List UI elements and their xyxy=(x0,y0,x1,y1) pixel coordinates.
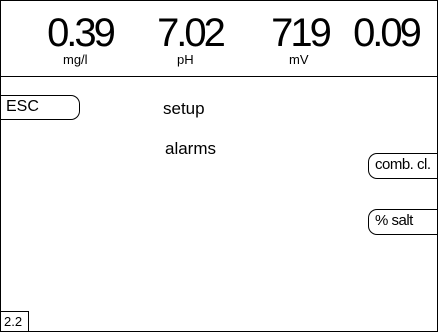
reading-ph: 7.02 pH xyxy=(155,11,226,66)
device-screen: 0.39 mg/l 7.02 pH 719 mV 0.09 ESC setup … xyxy=(0,0,438,332)
combined-chlorine-button[interactable]: comb. cl. xyxy=(368,153,437,179)
reading-salt: 0.09 xyxy=(353,11,422,55)
reading-orp: 719 mV xyxy=(267,11,333,66)
reading-value: 7.02 xyxy=(157,11,226,55)
reading-chlorine: 0.39 mg/l xyxy=(45,11,116,66)
reading-unit: pH xyxy=(177,52,194,67)
menu-item-setup[interactable]: setup xyxy=(163,99,205,119)
reading-value: 719 xyxy=(271,11,332,55)
esc-button[interactable]: ESC xyxy=(1,95,80,120)
header-divider xyxy=(1,76,437,77)
reading-value: 0.39 xyxy=(47,11,116,55)
salt-percent-button[interactable]: % salt xyxy=(368,209,437,235)
page-number-indicator: 2.2 xyxy=(1,311,29,331)
reading-unit: mV xyxy=(289,52,309,67)
reading-unit: mg/l xyxy=(63,52,88,67)
reading-value: 0.09 xyxy=(353,11,422,55)
menu-item-alarms[interactable]: alarms xyxy=(165,139,216,159)
